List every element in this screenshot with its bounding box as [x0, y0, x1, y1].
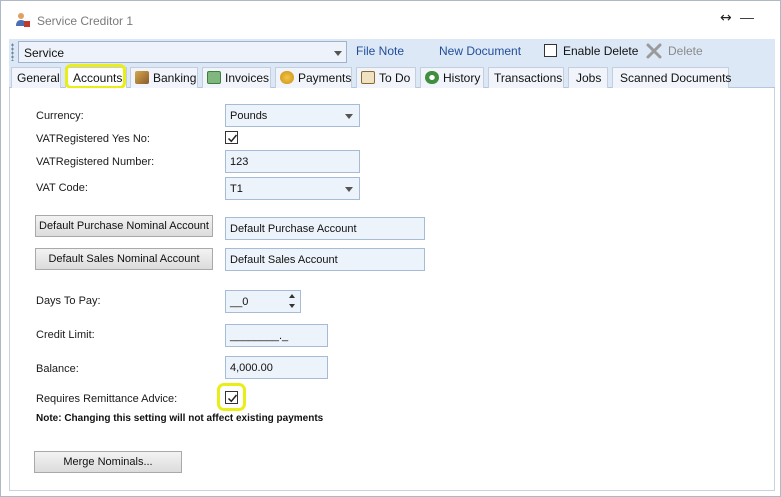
- remittance-checkbox[interactable]: [225, 391, 238, 404]
- vat-code-label: VAT Code:: [36, 182, 88, 194]
- tab-label: History: [443, 71, 481, 85]
- tab-label: Jobs: [576, 71, 602, 85]
- tab-strip: General Accounts Banking Invoices Paymen…: [9, 65, 775, 88]
- enable-delete-label[interactable]: Enable Delete: [563, 44, 638, 58]
- vat-number-input[interactable]: 123: [225, 150, 360, 173]
- tab-accounts[interactable]: Accounts: [65, 67, 127, 88]
- tab-todo[interactable]: To Do: [356, 67, 416, 88]
- tab-label: Scanned Documents: [620, 71, 732, 85]
- tab-payments[interactable]: Payments: [275, 67, 352, 88]
- default-purchase-account-input[interactable]: Default Purchase Account: [225, 217, 425, 240]
- default-purchase-nominal-button[interactable]: Default Purchase Nominal Account: [35, 215, 213, 237]
- balance-input[interactable]: 4,000.00: [225, 356, 328, 379]
- vat-code-value: T1: [230, 183, 243, 195]
- tab-transactions[interactable]: Transactions: [488, 67, 564, 88]
- spin-up-icon[interactable]: [289, 294, 295, 298]
- credit-limit-input[interactable]: ________._: [225, 324, 328, 347]
- credit-limit-label: Credit Limit:: [36, 329, 95, 341]
- balance-label: Balance:: [36, 363, 79, 375]
- currency-select[interactable]: Pounds: [225, 104, 360, 127]
- tab-label: Payments: [298, 71, 352, 85]
- minimize-icon[interactable]: —: [740, 9, 754, 25]
- new-document-button[interactable]: New Document: [439, 44, 521, 58]
- credit-limit-value: ________._: [230, 330, 289, 342]
- days-to-pay-value: __0: [230, 296, 249, 308]
- checkmark-icon: [227, 394, 238, 403]
- balance-value: 4,000.00: [230, 362, 273, 374]
- tab-general[interactable]: General: [11, 67, 61, 88]
- tab-scanned-documents[interactable]: Scanned Documents: [612, 67, 732, 88]
- vat-number-value: 123: [230, 156, 249, 168]
- tab-label: Transactions: [494, 71, 563, 85]
- tab-invoices[interactable]: Invoices: [202, 67, 271, 88]
- service-selector-value: Service: [24, 46, 65, 60]
- days-to-pay-label: Days To Pay:: [36, 295, 101, 307]
- enable-delete-checkbox[interactable]: [544, 44, 557, 57]
- window-title: Service Creditor 1: [37, 14, 134, 28]
- resize-icon[interactable]: ↔: [720, 10, 732, 26]
- title-bar: Service Creditor 1 ↔ —: [1, 1, 780, 39]
- tab-label: To Do: [379, 71, 411, 85]
- vat-number-label: VATRegistered Number:: [36, 156, 155, 168]
- tab-label: Invoices: [225, 71, 270, 85]
- default-sales-nominal-button[interactable]: Default Sales Nominal Account: [35, 248, 213, 270]
- default-purchase-account-value: Default Purchase Account: [230, 223, 357, 235]
- accounts-panel: [9, 88, 775, 491]
- remittance-note: Note: Changing this setting will not aff…: [36, 413, 324, 424]
- history-icon: [425, 71, 439, 84]
- default-sales-account-value: Default Sales Account: [230, 254, 338, 266]
- default-sales-account-input[interactable]: Default Sales Account: [225, 248, 425, 271]
- payments-icon: [280, 71, 294, 84]
- tab-jobs[interactable]: Jobs: [568, 67, 608, 88]
- days-to-pay-spinner[interactable]: __0: [225, 290, 301, 313]
- remittance-label: Requires Remittance Advice:: [36, 393, 178, 405]
- vat-registered-label: VATRegistered Yes No:: [36, 133, 150, 145]
- service-creditor-window: Service Creditor 1 ↔ — Service File Note…: [0, 0, 781, 497]
- invoices-icon: [207, 71, 221, 84]
- service-selector[interactable]: Service: [18, 41, 347, 63]
- file-note-button[interactable]: File Note: [356, 44, 404, 58]
- toolbar-grip-icon[interactable]: [11, 43, 14, 61]
- user-icon: [15, 12, 31, 28]
- todo-icon: [361, 71, 375, 84]
- vat-registered-checkbox[interactable]: [225, 131, 238, 144]
- delete-button[interactable]: Delete: [668, 44, 703, 58]
- delete-x-icon: [645, 42, 663, 60]
- tab-label: Banking: [153, 71, 197, 85]
- vat-code-select[interactable]: T1: [225, 177, 360, 200]
- chevron-down-icon[interactable]: [345, 187, 353, 192]
- tab-label: Accounts: [73, 71, 123, 85]
- tab-banking[interactable]: Banking: [130, 67, 198, 88]
- chevron-down-icon[interactable]: [334, 51, 342, 56]
- currency-value: Pounds: [230, 110, 268, 122]
- tab-history[interactable]: History: [420, 67, 484, 88]
- chevron-down-icon[interactable]: [345, 114, 353, 119]
- currency-label: Currency:: [36, 110, 84, 122]
- toolbar: Service File Note New Document Enable De…: [9, 39, 775, 65]
- checkmark-icon: [227, 134, 238, 143]
- spin-down-icon[interactable]: [289, 304, 295, 308]
- merge-nominals-button[interactable]: Merge Nominals...: [34, 451, 182, 473]
- tab-label: General: [17, 71, 60, 85]
- banking-icon: [135, 71, 149, 84]
